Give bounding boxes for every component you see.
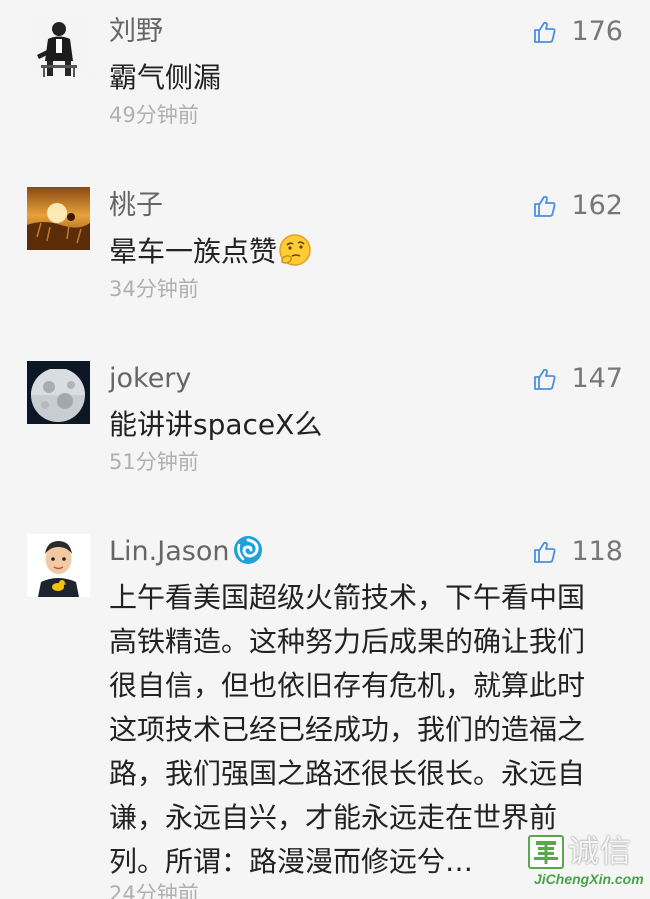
comment-text-line: 高铁精造。这种努力后成果的确让我们 [109,625,586,658]
comment-text-line: 路，我们强国之路还很长很长。永远自 [109,757,586,790]
comment-item: 桃子 162 晕车一族点赞 34分钟前 [0,186,650,306]
thumbs-up-icon [534,21,556,43]
like-button[interactable]: 162 [533,186,623,226]
comment-item: jokery 147 能讲讲spaceX么 51分钟前 [0,359,650,479]
comment-text: 晕车一族点赞 [109,230,609,274]
timestamp: 51分钟前 [109,450,199,474]
like-count: 118 [571,536,623,567]
sunset-field-avatar [27,187,90,250]
comment-item: 刘野 176 霸气侧漏 49分钟前 [0,12,650,132]
comment-text-body: 晕车一族点赞 [109,235,278,268]
like-button[interactable]: 176 [533,12,623,52]
swirl-badge-icon [234,535,263,564]
like-count: 162 [571,190,623,221]
watermark-text: 诚信 [568,834,632,870]
username[interactable]: jokery [109,359,191,399]
watermark-url: JiChengXin.com [534,871,644,887]
thumbs-up-icon [534,541,556,563]
comment-text: 能讲讲spaceX么 [109,408,323,441]
comment-text-line: 这项技术已经已经成功，我们的造福之 [109,713,586,746]
username[interactable]: Lin.Jason [109,532,265,572]
watermark: 诚信 JiChengXin.com [528,833,646,891]
like-button[interactable]: 118 [533,532,623,572]
user-avatar[interactable] [27,361,90,424]
ji-logo-icon [528,835,564,869]
comment-list: 刘野 176 霸气侧漏 49分钟前 桃子 162 晕车一族点赞 34分钟前 jo… [0,0,650,899]
comment-text-line: 很自信，但也依旧存有危机，就算此时 [109,669,586,702]
like-count: 147 [571,363,623,394]
like-button[interactable]: 147 [533,359,623,399]
username[interactable]: 刘野 [109,12,163,52]
timestamp: 24分钟前 [109,882,199,899]
cartoon-boy-avatar [27,534,90,597]
thumbs-up-icon [534,368,556,390]
comment-text: 霸气侧漏 [109,61,222,94]
thumbs-up-icon [534,195,556,217]
username[interactable]: 桃子 [109,186,163,226]
comment-text-line: 上午看美国超级火箭技术，下午看中国 [109,581,586,614]
like-count: 176 [571,16,623,47]
timestamp: 49分钟前 [109,103,199,127]
timestamp: 34分钟前 [109,277,199,301]
thinking-face-icon [279,234,311,266]
username-text: Lin.Jason [109,536,230,567]
user-avatar[interactable] [27,534,90,597]
user-avatar[interactable] [27,15,90,78]
user-avatar[interactable] [27,187,90,250]
moon-avatar [27,361,90,424]
man-in-suit-avatar [27,15,90,78]
